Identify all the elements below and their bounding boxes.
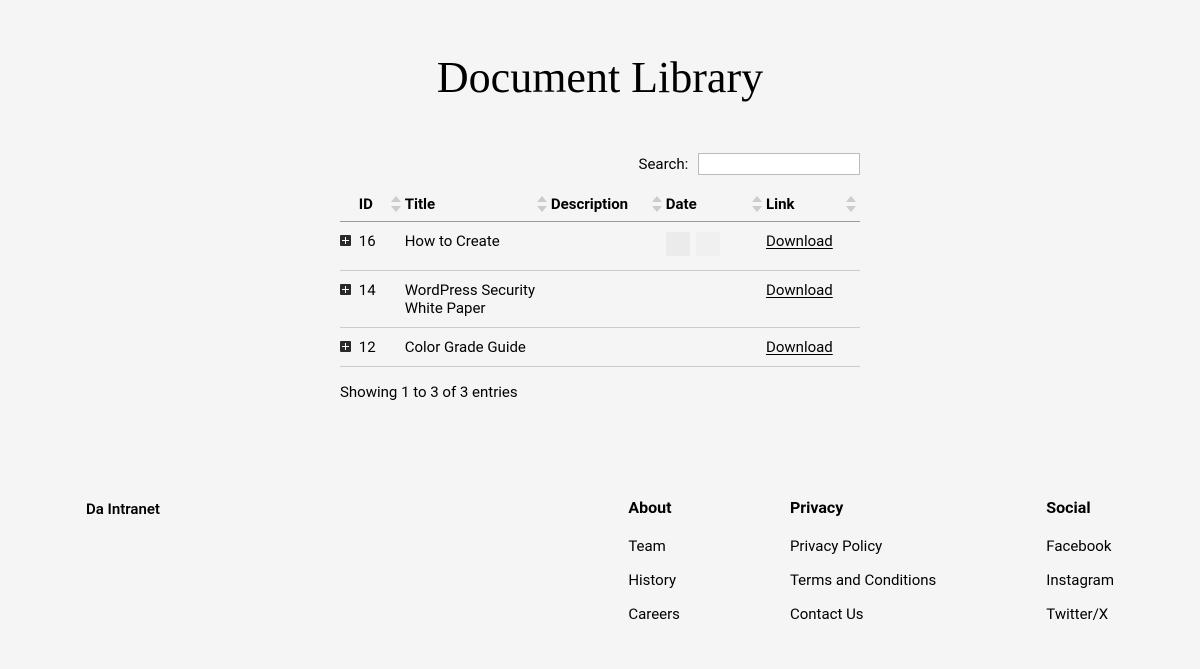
- search-input[interactable]: [698, 153, 860, 175]
- footer-link-contact[interactable]: Contact Us: [790, 605, 936, 623]
- entries-info: Showing 1 to 3 of 3 entries: [340, 383, 860, 401]
- footer-col-social: Social Facebook Instagram Twitter/X: [1046, 498, 1114, 639]
- column-header-date[interactable]: Date: [666, 187, 766, 222]
- date-thumbnail: [666, 232, 690, 256]
- footer-col-about: About Team History Careers: [628, 498, 680, 639]
- page-title: Document Library: [0, 0, 1200, 153]
- sort-icon: [391, 196, 401, 212]
- cell-description: [551, 328, 666, 367]
- column-header-description[interactable]: Description: [551, 187, 666, 222]
- date-thumbnail: [696, 232, 720, 256]
- footer-link-facebook[interactable]: Facebook: [1046, 537, 1114, 555]
- footer-heading: Social: [1046, 498, 1114, 517]
- cell-title: WordPress Security White Paper: [405, 271, 551, 328]
- footer-columns: About Team History Careers Privacy Priva…: [628, 498, 1114, 639]
- footer-heading: Privacy: [790, 498, 936, 517]
- sort-icon: [537, 196, 547, 212]
- table-row: 12 Color Grade Guide Download: [340, 328, 860, 367]
- table-row: 16 How to Create Download: [340, 222, 860, 271]
- column-header-date-label: Date: [666, 195, 697, 213]
- footer-heading: About: [628, 498, 680, 517]
- search-label: Search:: [639, 155, 689, 173]
- cell-id: 12: [359, 328, 405, 367]
- search-row: Search:: [340, 153, 860, 175]
- footer-link-privacy-policy[interactable]: Privacy Policy: [790, 537, 936, 555]
- column-header-title[interactable]: Title: [405, 187, 551, 222]
- download-link[interactable]: Download: [766, 338, 833, 356]
- table-row: 14 WordPress Security White Paper Downlo…: [340, 271, 860, 328]
- footer-link-team[interactable]: Team: [628, 537, 680, 555]
- column-header-link[interactable]: Link: [766, 187, 860, 222]
- expand-icon[interactable]: [340, 341, 351, 352]
- column-header-title-label: Title: [405, 195, 435, 213]
- expand-icon[interactable]: [340, 235, 351, 246]
- expand-icon[interactable]: [340, 284, 351, 295]
- sort-icon: [752, 196, 762, 212]
- footer-link-careers[interactable]: Careers: [628, 605, 680, 623]
- cell-link: Download: [766, 222, 860, 271]
- footer-brand: Da Intranet: [86, 498, 160, 639]
- cell-description: [551, 271, 666, 328]
- column-header-description-label: Description: [551, 195, 628, 213]
- cell-link: Download: [766, 271, 860, 328]
- cell-date: [666, 222, 766, 271]
- column-header-link-label: Link: [766, 195, 795, 213]
- footer: Da Intranet About Team History Careers P…: [0, 498, 1200, 669]
- footer-link-history[interactable]: History: [628, 571, 680, 589]
- footer-link-terms[interactable]: Terms and Conditions: [790, 571, 936, 589]
- cell-title: Color Grade Guide: [405, 328, 551, 367]
- cell-date: [666, 271, 766, 328]
- download-link[interactable]: Download: [766, 232, 833, 250]
- cell-id: 16: [359, 222, 405, 271]
- column-header-id-label: ID: [359, 195, 373, 213]
- cell-id: 14: [359, 271, 405, 328]
- cell-description: [551, 222, 666, 271]
- sort-icon: [652, 196, 662, 212]
- cell-date: [666, 328, 766, 367]
- cell-title: How to Create: [405, 222, 551, 271]
- footer-link-twitter[interactable]: Twitter/X: [1046, 605, 1114, 623]
- download-link[interactable]: Download: [766, 281, 833, 299]
- cell-link: Download: [766, 328, 860, 367]
- column-header-expand: [340, 187, 359, 222]
- documents-table: ID Title Description Date Link: [340, 187, 860, 367]
- footer-link-instagram[interactable]: Instagram: [1046, 571, 1114, 589]
- document-table-container: Search: ID Title Description Da: [340, 153, 860, 401]
- sort-icon: [846, 196, 856, 212]
- column-header-id[interactable]: ID: [359, 187, 405, 222]
- footer-col-privacy: Privacy Privacy Policy Terms and Conditi…: [790, 498, 936, 639]
